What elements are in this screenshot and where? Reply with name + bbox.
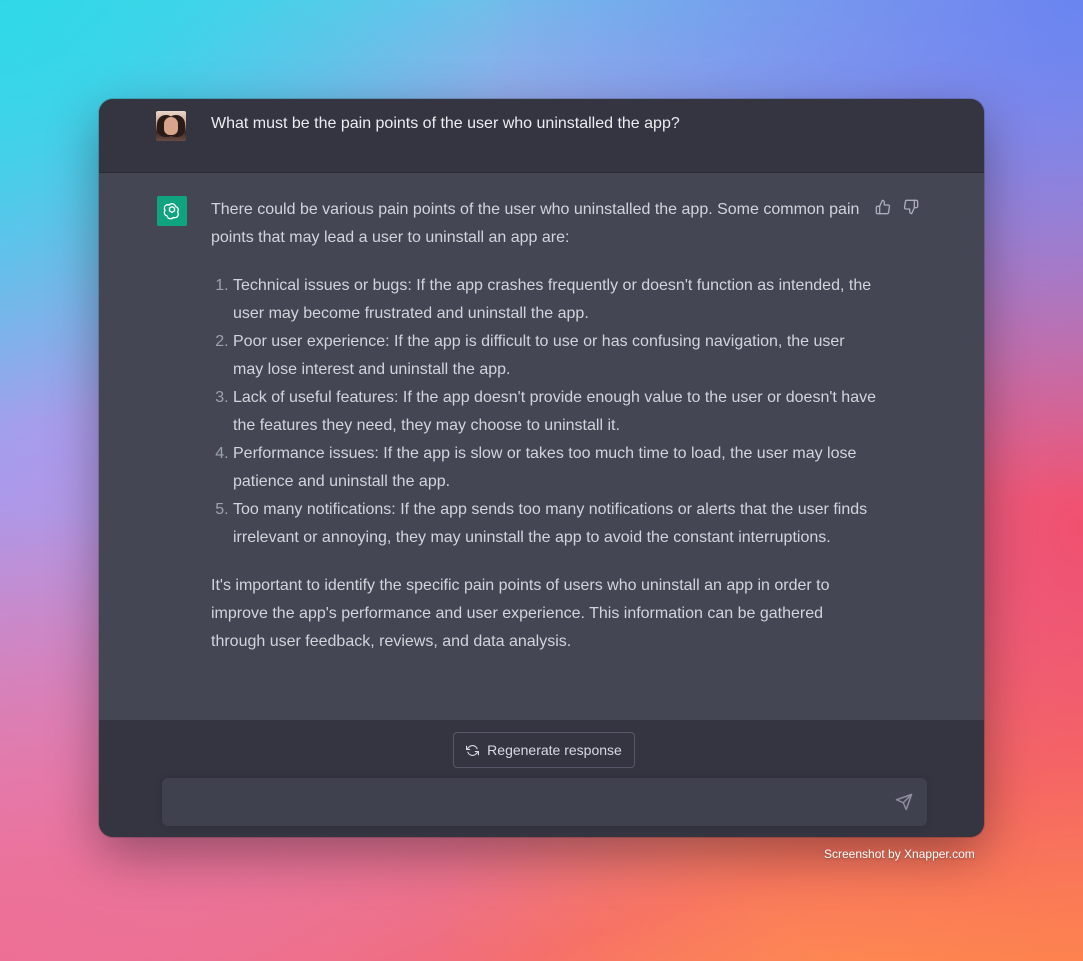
pain-points-list: Technical issues or bugs: If the app cra… (211, 272, 876, 552)
regenerate-button[interactable]: Regenerate response (453, 732, 635, 768)
list-item: Poor user experience: If the app is diff… (233, 328, 876, 384)
user-message-text: What must be the pain points of the user… (211, 115, 680, 132)
user-avatar (156, 111, 186, 141)
chat-window: What must be the pain points of the user… (99, 99, 984, 837)
message-input[interactable] (176, 778, 880, 828)
assistant-message-row: There could be various pain points of th… (99, 173, 984, 720)
user-message-row: What must be the pain points of the user… (99, 99, 984, 173)
thumbs-up-icon[interactable] (875, 199, 891, 215)
assistant-conclusion: It's important to identify the specific … (211, 577, 830, 650)
assistant-message-body: There could be various pain points of th… (211, 196, 876, 656)
regenerate-label: Regenerate response (487, 742, 622, 758)
assistant-intro: There could be various pain points of th… (211, 201, 860, 246)
list-item: Too many notifications: If the app sends… (233, 496, 876, 552)
screenshot-credit: Screenshot by Xnapper.com (824, 847, 975, 861)
list-item: Technical issues or bugs: If the app cra… (233, 272, 876, 328)
list-item: Performance issues: If the app is slow o… (233, 440, 876, 496)
list-item: Lack of useful features: If the app does… (233, 384, 876, 440)
thumbs-down-icon[interactable] (903, 199, 919, 215)
composer-area: Regenerate response (99, 720, 984, 837)
refresh-icon (466, 744, 480, 757)
feedback-buttons (875, 199, 919, 215)
send-icon[interactable] (895, 793, 913, 811)
openai-logo-icon (157, 196, 187, 226)
message-input-box (162, 778, 927, 828)
